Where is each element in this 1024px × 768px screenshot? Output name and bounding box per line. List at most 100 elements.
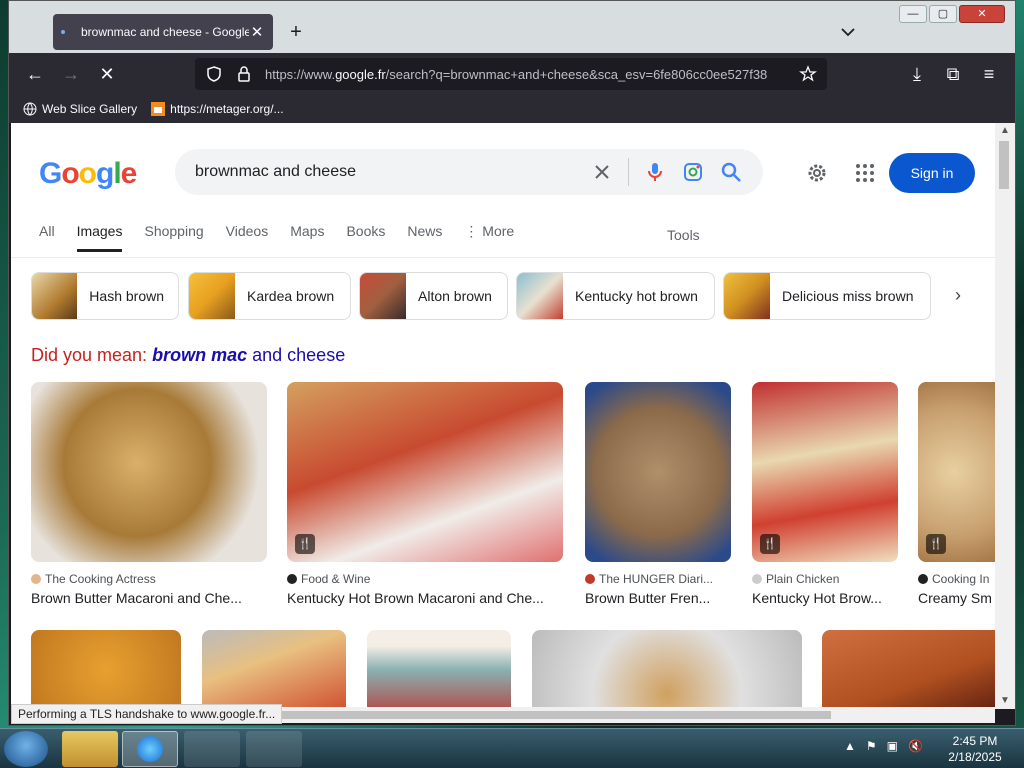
result-title[interactable]: Creamy Sm [918, 590, 995, 606]
scroll-down-arrow-icon[interactable]: ▼ [995, 693, 1015, 709]
result-image[interactable] [31, 382, 267, 562]
close-tab-icon[interactable]: ✕ [249, 23, 265, 41]
chip-hash-brown[interactable]: Hash brown [31, 272, 179, 320]
bookmark-web-slice-gallery[interactable]: Web Slice Gallery [23, 102, 137, 116]
result-source[interactable]: The Cooking Actress [31, 572, 267, 586]
chip-thumbnail [517, 273, 563, 319]
did-you-mean-rest[interactable]: and cheese [252, 345, 345, 365]
search-icon[interactable] [719, 160, 743, 184]
tab-more[interactable]: ⋮ More [464, 223, 514, 252]
bookmark-label: Web Slice Gallery [42, 102, 138, 116]
result-source[interactable]: Food & Wine [287, 572, 563, 586]
tab-videos[interactable]: Videos [226, 223, 269, 252]
tools-button[interactable]: Tools [667, 227, 700, 243]
tabs-divider [11, 257, 995, 258]
result-title[interactable]: Brown Butter Macaroni and Che... [31, 590, 267, 606]
scrollbar-thumb[interactable] [999, 141, 1009, 189]
recipe-badge-icon: 🍴 [295, 534, 315, 554]
explorer-taskbar-icon[interactable] [62, 731, 118, 767]
forward-arrow-icon[interactable]: → [59, 62, 83, 86]
lock-icon[interactable] [235, 65, 253, 83]
result-image[interactable]: 🍴 [752, 382, 898, 562]
clock-time: 2:45 PM [952, 734, 998, 748]
action-center-icon[interactable]: ⚑ [866, 739, 877, 753]
result-image[interactable] [31, 630, 181, 709]
search-box[interactable]: brownmac and cheese [175, 149, 763, 195]
scrollbar-thumb[interactable] [271, 711, 831, 719]
sign-in-button[interactable]: Sign in [889, 153, 975, 193]
lens-camera-icon[interactable] [681, 160, 705, 184]
tab-images[interactable]: Images [76, 223, 123, 252]
tab-all[interactable]: All [39, 223, 55, 252]
new-tab-button[interactable]: + [285, 19, 307, 45]
chip-thumbnail [189, 273, 235, 319]
bookmark-star-icon[interactable] [799, 65, 817, 83]
chip-kardea-brown[interactable]: Kardea brown [188, 272, 351, 320]
extensions-icon[interactable]: ⧉ [941, 62, 965, 86]
taskbar: ▲ ⚑ ▣ 🔇 2:45 PM 2/18/2025 [0, 728, 1024, 768]
stop-loading-icon[interactable]: ✕ [95, 62, 119, 86]
bookmark-metager[interactable]: https://metager.org/... [151, 102, 284, 116]
tab-list-chevron-icon[interactable] [839, 23, 857, 41]
tab-title: brownmac and cheese - Google [81, 25, 249, 39]
clock[interactable]: 2:45 PM 2/18/2025 [940, 733, 1010, 765]
clear-search-icon[interactable] [590, 160, 614, 184]
tab-books[interactable]: Books [346, 223, 385, 252]
result-image[interactable]: 🍴 [918, 382, 995, 562]
window-taskbar-icon[interactable] [246, 731, 302, 767]
tab-shopping[interactable]: Shopping [144, 223, 203, 252]
menu-icon[interactable]: ≡ [977, 62, 1001, 86]
result-title[interactable]: Kentucky Hot Brow... [752, 590, 898, 606]
system-tray: ▲ ⚑ ▣ 🔇 [844, 739, 923, 753]
control-panel-taskbar-icon[interactable] [184, 731, 240, 767]
result-source[interactable]: Cooking In [918, 572, 995, 586]
url-bar[interactable]: https://www.google.fr/search?q=brownmac+… [195, 58, 827, 90]
tracking-shield-icon[interactable] [205, 65, 223, 83]
google-logo[interactable]: Google [39, 157, 137, 191]
scroll-up-arrow-icon[interactable]: ▲ [995, 123, 1015, 139]
result-source[interactable]: The HUNGER Diari... [585, 572, 731, 586]
image-result-card[interactable]: 🍴 Cooking In Creamy Sm [918, 382, 995, 606]
result-image[interactable]: 🍴 [287, 382, 563, 562]
microphone-icon[interactable] [643, 160, 667, 184]
chips-next-chevron-icon[interactable]: › [955, 285, 961, 306]
volume-muted-icon[interactable]: 🔇 [908, 739, 923, 753]
source-favicon-icon [918, 574, 928, 584]
maximize-button[interactable]: ▢ [929, 5, 957, 23]
result-image[interactable] [585, 382, 731, 562]
minimize-button[interactable]: — [899, 5, 927, 23]
back-arrow-icon[interactable]: ← [23, 62, 47, 86]
image-result-card[interactable]: 🍴 Food & Wine Kentucky Hot Brown Macaron… [287, 382, 563, 606]
recipe-badge-icon: 🍴 [926, 534, 946, 554]
start-button[interactable] [4, 731, 48, 767]
result-image[interactable] [822, 630, 995, 709]
chip-alton-brown[interactable]: Alton brown [359, 272, 508, 320]
downloads-icon[interactable]: ⤓ [905, 62, 929, 86]
image-result-card[interactable]: The HUNGER Diari... Brown Butter Fren... [585, 382, 731, 606]
vertical-scrollbar[interactable]: ▲ ▼ [995, 123, 1015, 709]
tab-maps[interactable]: Maps [290, 223, 324, 252]
chip-delicious-miss-brown[interactable]: Delicious miss brown [723, 272, 931, 320]
result-image[interactable] [367, 630, 511, 709]
close-window-button[interactable]: ✕ [959, 5, 1005, 23]
show-hidden-icons-icon[interactable]: ▲ [844, 739, 856, 753]
tab-strip: brownmac and cheese - Google ✕ + — ▢ ✕ [9, 1, 1015, 53]
settings-gear-icon[interactable] [805, 161, 829, 185]
result-source[interactable]: Plain Chicken [752, 572, 898, 586]
result-title[interactable]: Brown Butter Fren... [585, 590, 731, 606]
metager-icon [151, 102, 166, 116]
image-result-card[interactable]: 🍴 Plain Chicken Kentucky Hot Brow... [752, 382, 898, 606]
network-icon[interactable]: ▣ [887, 739, 898, 753]
tab-news[interactable]: News [407, 223, 442, 252]
did-you-mean-suggestion[interactable]: brown mac [152, 345, 247, 365]
google-apps-icon[interactable] [853, 161, 877, 185]
browser-tab[interactable]: brownmac and cheese - Google ✕ [53, 14, 273, 50]
result-title[interactable]: Kentucky Hot Brown Macaroni and Che... [287, 590, 563, 606]
chip-label: Kardea brown [247, 288, 335, 304]
image-result-card[interactable]: The Cooking Actress Brown Butter Macaron… [31, 382, 267, 606]
browser-taskbar-icon[interactable] [122, 731, 178, 767]
result-image[interactable] [532, 630, 802, 709]
result-image[interactable] [202, 630, 346, 709]
search-input[interactable]: brownmac and cheese [195, 163, 576, 181]
chip-kentucky-hot-brown[interactable]: Kentucky hot brown [516, 272, 715, 320]
